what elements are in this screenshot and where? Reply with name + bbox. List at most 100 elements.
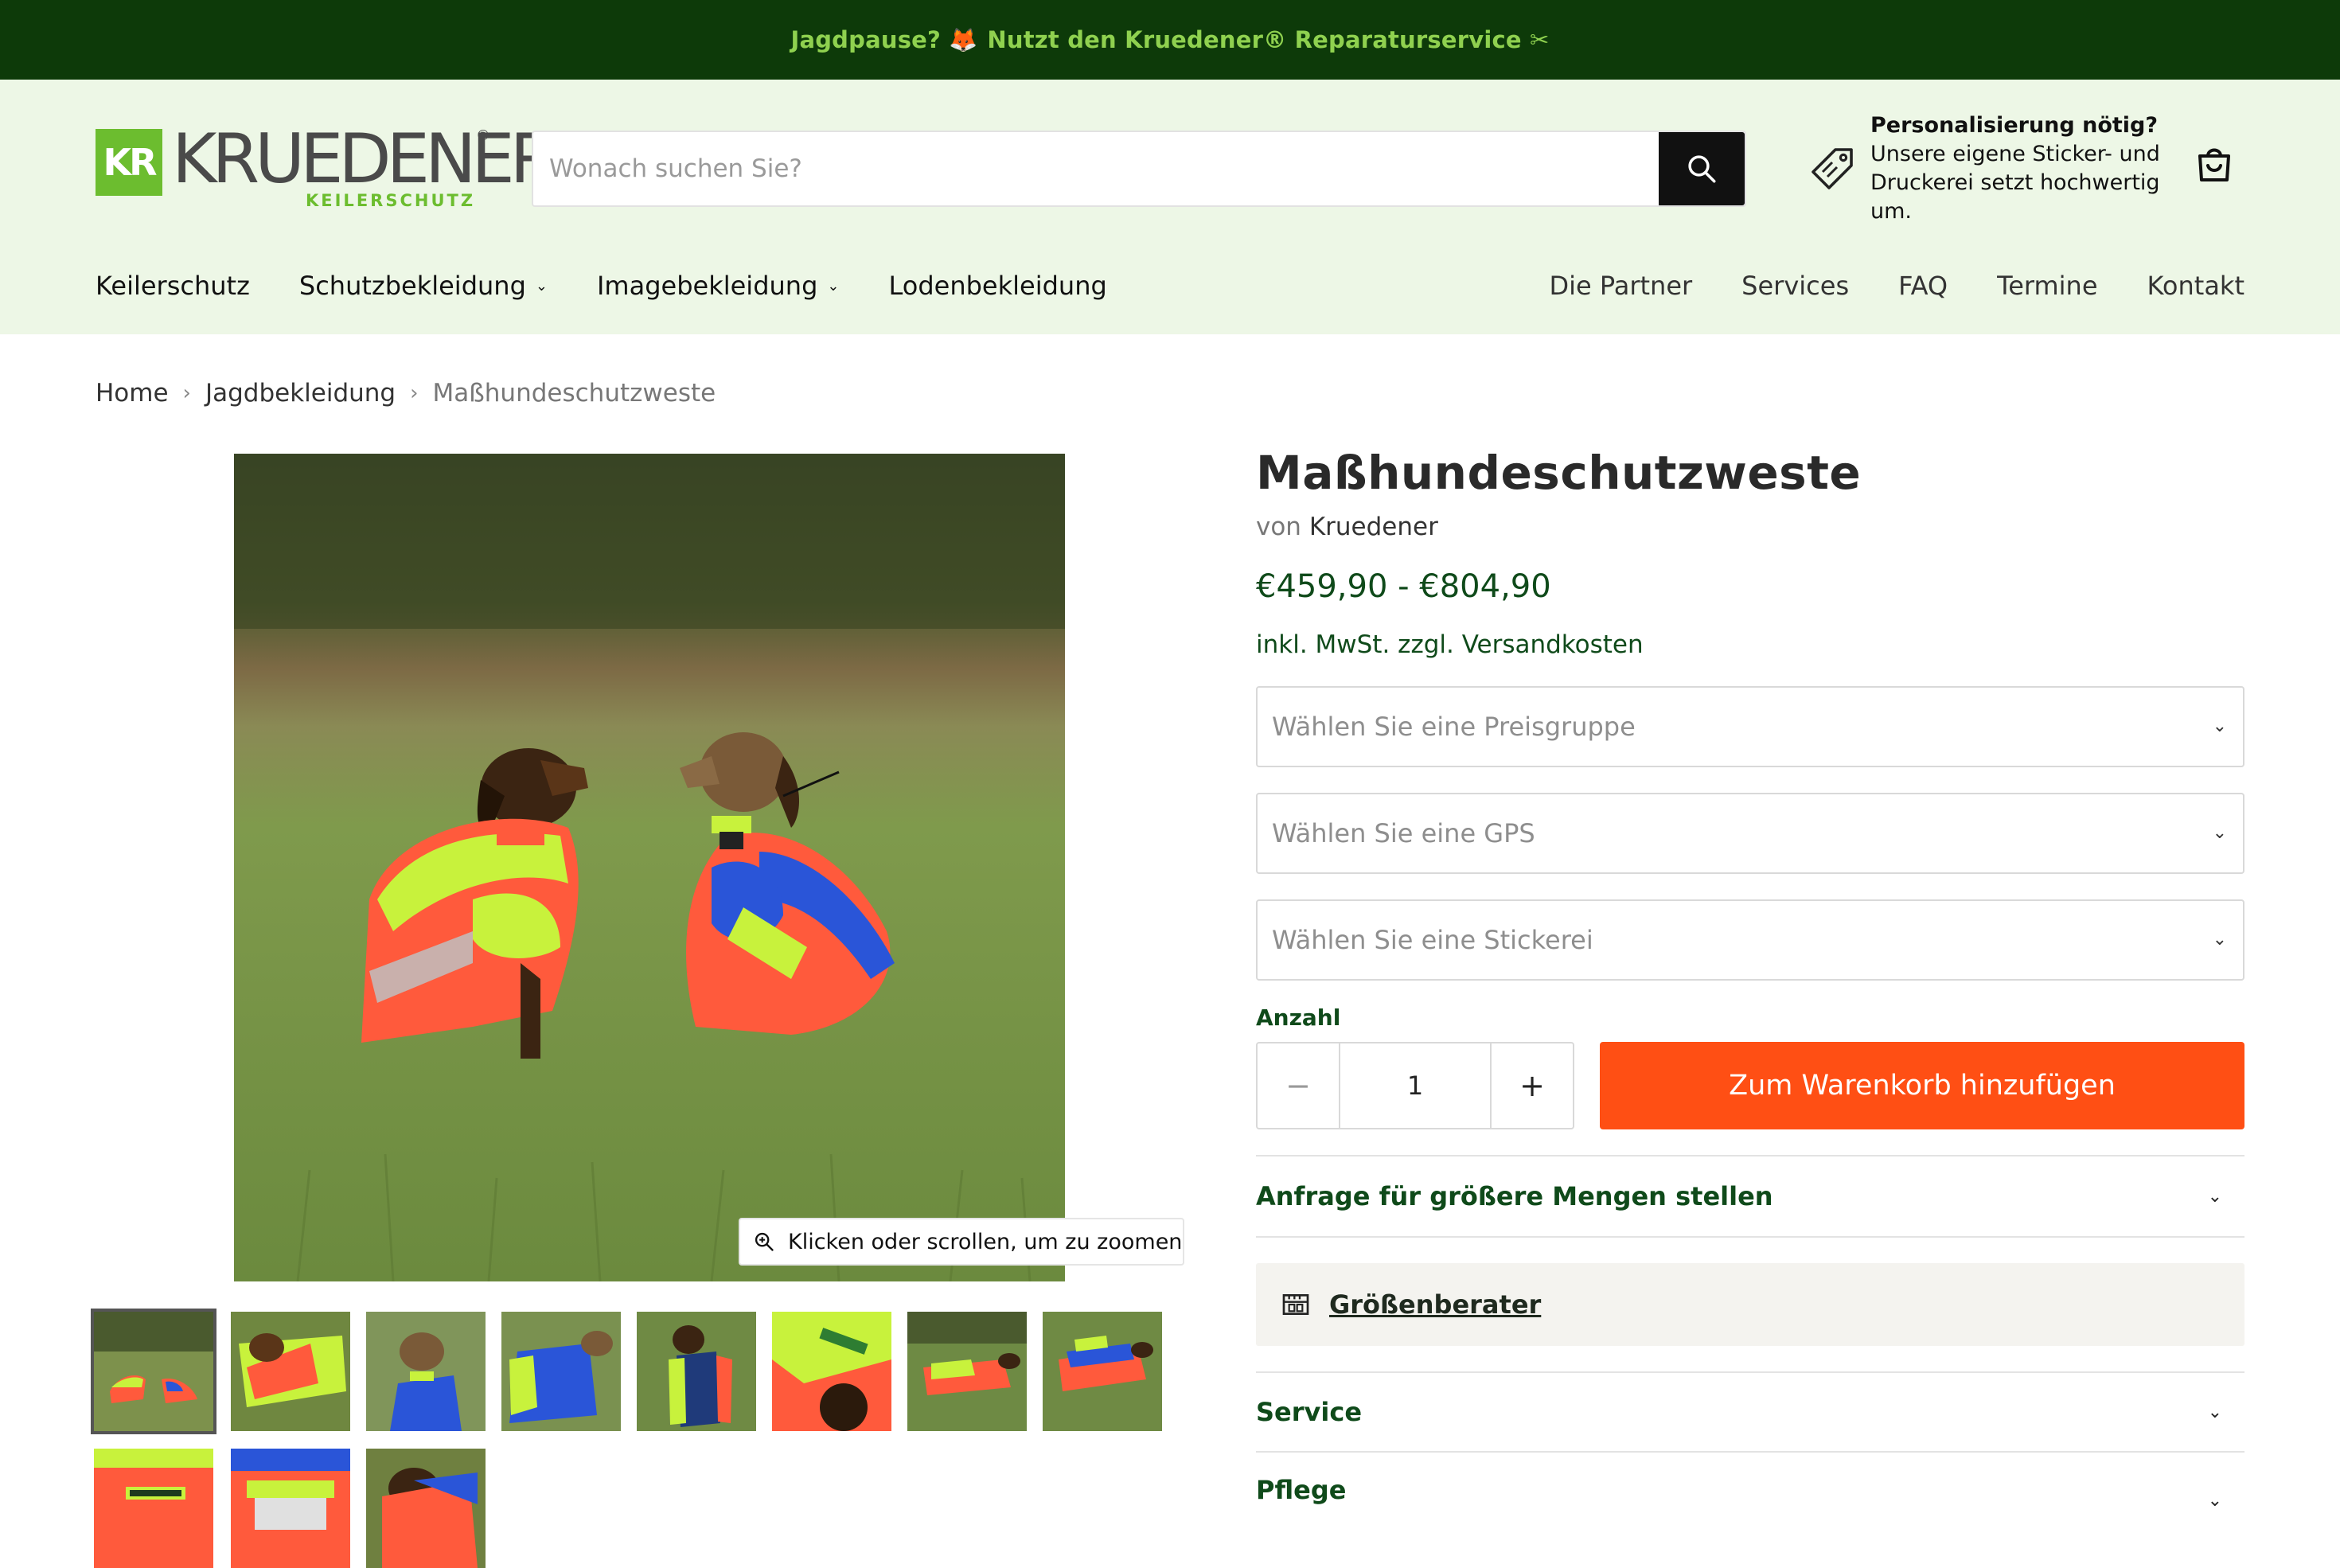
- chevron-down-icon: ⌄: [2212, 823, 2227, 843]
- vendor-link[interactable]: Kruedener: [1309, 513, 1438, 541]
- search-button[interactable]: [1659, 132, 1745, 205]
- thumbnail-10[interactable]: [231, 1449, 350, 1568]
- breadcrumb-current: Maßhundeschutzweste: [432, 379, 716, 408]
- site-header: KR KRUEDENER ® KEILERSCHUTZ Personalisie…: [0, 80, 2340, 334]
- promo-text: Unsere eigene Sticker- und Druckerei set…: [1870, 142, 2160, 224]
- thumbnail-image: [907, 1312, 1027, 1431]
- main-nav: Keilerschutz Schutzbekleidung ⌄ Imagebek…: [96, 271, 2244, 301]
- embroidery-select-label: Wählen Sie eine Stickerei: [1272, 925, 1593, 955]
- quantity-stepper: − 1 +: [1256, 1042, 1574, 1129]
- nav-keilerschutz[interactable]: Keilerschutz: [96, 271, 250, 301]
- embroidery-select[interactable]: Wählen Sie eine Stickerei ⌄: [1256, 899, 2244, 981]
- nav-schutzbekleidung-label: Schutzbekleidung: [298, 271, 526, 301]
- promo-title: Personalisierung nötig?: [1870, 113, 2159, 138]
- brand-logo[interactable]: KR KRUEDENER ® KEILERSCHUTZ: [96, 119, 557, 210]
- thumbnail-8[interactable]: [1043, 1312, 1162, 1431]
- thumbnail-image: [94, 1312, 213, 1431]
- price-group-select-label: Wählen Sie eine Preisgruppe: [1272, 712, 1636, 742]
- logo-wordmark: KRUEDENER: [172, 119, 557, 199]
- product-title: Maßhundeschutzweste: [1256, 446, 1862, 500]
- product-price: €459,90 - €804,90: [1256, 568, 1551, 605]
- breadcrumb: Home › Jagdbekleidung › Maßhundeschutzwe…: [96, 379, 716, 408]
- chevron-down-icon: ⌄: [2212, 930, 2227, 950]
- ruler-icon: [1282, 1294, 1309, 1315]
- chevron-down-icon: ⌄: [2207, 1402, 2222, 1422]
- thumbnail-image: [501, 1312, 621, 1431]
- logo-subtitle: KEILERSCHUTZ: [306, 191, 476, 210]
- size-advisor-button[interactable]: Größenberater: [1256, 1263, 2244, 1346]
- gps-select[interactable]: Wählen Sie eine GPS ⌄: [1256, 793, 2244, 874]
- product-main-image[interactable]: [234, 454, 1065, 1281]
- chevron-right-icon: ›: [410, 381, 419, 405]
- thumbnail-image: [637, 1312, 756, 1431]
- zoom-in-icon: [755, 1232, 774, 1251]
- nav-faq[interactable]: FAQ: [1898, 271, 1948, 301]
- thumbnail-4[interactable]: [501, 1312, 621, 1431]
- chevron-down-icon: ⌄: [2207, 1491, 2222, 1511]
- logo-mark: KR: [96, 129, 162, 196]
- nav-lodenbekleidung[interactable]: Lodenbekleidung: [888, 271, 1106, 301]
- announcement-text-before: Jagdpause?: [790, 26, 942, 53]
- quantity-increase-button[interactable]: +: [1492, 1043, 1573, 1128]
- nav-services[interactable]: Services: [1741, 271, 1849, 301]
- dogs-photo: [234, 454, 1065, 1281]
- nav-schutzbekleidung[interactable]: Schutzbekleidung ⌄: [299, 271, 548, 301]
- thumbnail-image: [366, 1312, 486, 1431]
- tax-note: inkl. MwSt. zzgl. Versandkosten: [1256, 630, 1644, 659]
- thumbnail-image: [231, 1312, 350, 1431]
- thumbnail-1[interactable]: [91, 1309, 216, 1434]
- size-advisor-label: Größenberater: [1329, 1289, 1542, 1320]
- price-group-select[interactable]: Wählen Sie eine Preisgruppe ⌄: [1256, 686, 2244, 767]
- zoom-hint[interactable]: Klicken oder scrollen, um zu zoomen: [739, 1218, 1184, 1266]
- vendor-prefix: von: [1256, 513, 1301, 541]
- product-vendor: von Kruedener: [1256, 513, 2244, 541]
- nav-imagebekleidung-label: Imagebekleidung: [596, 271, 818, 301]
- gps-select-label: Wählen Sie eine GPS: [1272, 818, 1535, 848]
- breadcrumb-home[interactable]: Home: [96, 379, 169, 408]
- price-tag-icon: [1812, 148, 1853, 189]
- chevron-down-icon: ⌄: [2212, 716, 2227, 736]
- search-input[interactable]: [533, 132, 1659, 205]
- thumbnail-11[interactable]: [366, 1449, 486, 1568]
- bulk-request-title: Anfrage für größere Mengen stellen: [1256, 1181, 1773, 1211]
- thumbnail-9[interactable]: [94, 1449, 213, 1568]
- nav-die-partner[interactable]: Die Partner: [1549, 271, 1692, 301]
- quantity-input[interactable]: 1: [1339, 1043, 1492, 1128]
- announcement-bar[interactable]: Jagdpause? 🦊 Nutzt den Kruedener® Repara…: [0, 0, 2340, 80]
- search-icon: [1688, 155, 1716, 183]
- quantity-label: Anzahl: [1256, 1004, 1341, 1031]
- thumbnail-image: [94, 1449, 213, 1568]
- nav-kontakt[interactable]: Kontakt: [2147, 271, 2244, 301]
- service-title: Service: [1256, 1397, 1363, 1427]
- bulk-request-accordion[interactable]: Anfrage für größere Mengen stellen ⌄: [1256, 1155, 2244, 1238]
- thumbnail-7[interactable]: [907, 1312, 1027, 1431]
- thumbnail-image: [231, 1449, 350, 1568]
- breadcrumb-category[interactable]: Jagdbekleidung: [205, 379, 396, 408]
- zoom-hint-label: Klicken oder scrollen, um zu zoomen: [788, 1229, 1183, 1254]
- nav-keilerschutz-label: Keilerschutz: [96, 271, 250, 301]
- thumbnail-image: [366, 1449, 486, 1568]
- announcement-text-after: Nutzt den Kruedener® Reparaturservice ✂: [987, 26, 1550, 53]
- search-bar: [532, 131, 1746, 207]
- product-info: Maßhundeschutzweste von Kruedener €459,9…: [1256, 446, 2244, 1516]
- service-accordion[interactable]: Service ⌄: [1256, 1371, 2244, 1453]
- fox-icon: 🦊: [949, 25, 978, 53]
- thumbnail-image: [1043, 1312, 1162, 1431]
- thumbnail-3[interactable]: [366, 1312, 486, 1431]
- add-to-cart-button[interactable]: Zum Warenkorb hinzufügen: [1600, 1042, 2244, 1129]
- registered-mark: ®: [476, 127, 490, 144]
- care-accordion[interactable]: Pflege ⌄: [1256, 1453, 2244, 1516]
- care-title: Pflege: [1256, 1475, 1347, 1505]
- cart-button[interactable]: [2192, 142, 2237, 189]
- thumbnail-6[interactable]: [772, 1312, 891, 1431]
- thumbnail-5[interactable]: [637, 1312, 756, 1431]
- nav-termine[interactable]: Termine: [1997, 271, 2097, 301]
- shopping-bag-icon: [2198, 148, 2230, 181]
- quantity-decrease-button[interactable]: −: [1258, 1043, 1339, 1128]
- nav-imagebekleidung[interactable]: Imagebekleidung ⌄: [597, 271, 840, 301]
- chevron-down-icon: ⌄: [827, 277, 840, 294]
- thumbnail-2[interactable]: [231, 1312, 350, 1431]
- nav-lodenbekleidung-label: Lodenbekleidung: [888, 271, 1107, 301]
- thumbnail-image: [772, 1312, 891, 1431]
- chevron-down-icon: ⌄: [2207, 1186, 2222, 1207]
